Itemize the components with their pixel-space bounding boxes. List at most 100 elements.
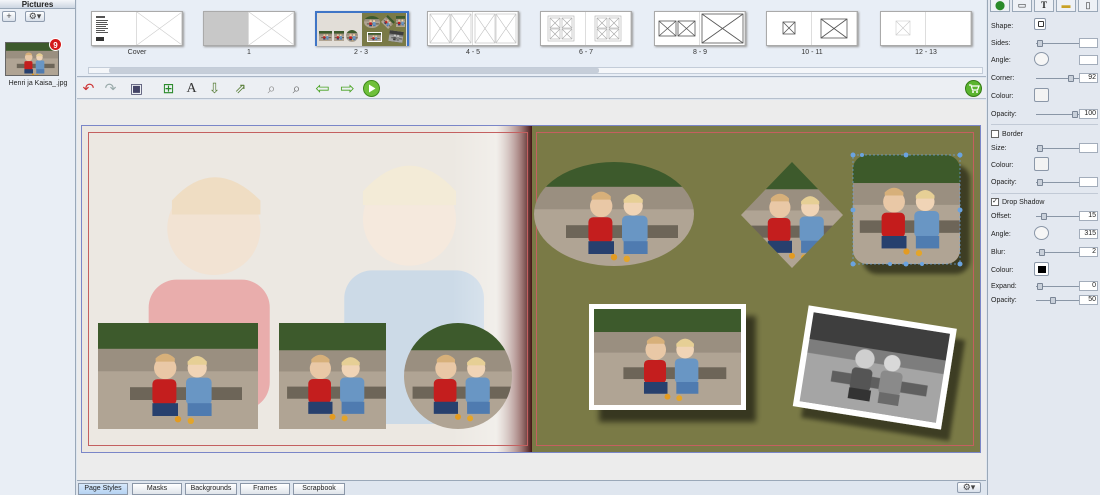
border-colour-swatch[interactable] (1034, 157, 1049, 171)
tab-backgrounds[interactable]: Backgrounds (185, 483, 237, 495)
angle-row: Angle: (991, 52, 1098, 66)
drop-shadow-row: ✓ Drop Shadow (991, 197, 1098, 208)
slider-knob[interactable] (1039, 249, 1045, 256)
cart-icon[interactable] (964, 79, 983, 98)
tab-masks[interactable]: Masks (132, 483, 182, 495)
spread-thumb-1[interactable] (203, 11, 295, 46)
offset-slider[interactable] (1036, 213, 1079, 220)
blur-slider[interactable] (1036, 249, 1079, 256)
scrollbar-thumb[interactable] (109, 68, 599, 73)
shadow-angle-value[interactable]: 315 (1079, 229, 1098, 239)
corner-value[interactable]: 92 (1079, 73, 1098, 83)
shadow-angle-dial[interactable] (1034, 226, 1049, 240)
tab-frame-icon[interactable]: ▭ (1012, 0, 1032, 12)
border-checkbox[interactable] (991, 130, 999, 138)
offset-value[interactable]: 15 (1079, 211, 1098, 221)
border-opacity-row: Opacity: (991, 177, 1098, 188)
add-text-icon[interactable]: A (182, 79, 201, 98)
shape-label: Shape: (991, 23, 1014, 30)
spread-thumb-cover[interactable] (91, 11, 183, 46)
slider-knob[interactable] (1050, 297, 1056, 304)
shadow-opacity-label: Opacity: (991, 297, 1017, 304)
right-page[interactable] (532, 126, 980, 452)
border-size-slider[interactable] (1036, 145, 1079, 152)
spread-thumb-12-13[interactable] (880, 11, 972, 46)
arrow-left-icon[interactable]: ⇦ (313, 79, 332, 98)
shadow-angle-label: Angle: (991, 231, 1011, 238)
spread-thumb-8-9[interactable] (654, 11, 746, 46)
add-photo-icon[interactable]: ⊞ (159, 79, 178, 98)
slider-knob[interactable] (1037, 145, 1043, 152)
slider-knob[interactable] (1041, 213, 1047, 220)
slider-knob[interactable] (1068, 75, 1074, 82)
add-picture-button[interactable]: + (2, 11, 16, 22)
tab-ruler-icon[interactable]: ▬ (1056, 0, 1076, 12)
bottom-tab-bar: Page Styles Masks Backgrounds Frames Scr… (77, 480, 986, 495)
spread-8-left (655, 12, 700, 45)
pictures-settings-button[interactable]: ⚙▾ (25, 11, 45, 22)
bottom-settings-button[interactable]: ⚙▾ (957, 482, 981, 493)
expand-label: Expand: (991, 283, 1017, 290)
spread-thumb-2-3[interactable] (315, 11, 409, 46)
shadow-opacity-value[interactable]: 50 (1079, 295, 1098, 305)
photo-left-2[interactable] (279, 323, 386, 429)
border-opacity-slider[interactable] (1036, 179, 1079, 186)
border-colour-row: Colour: (991, 157, 1098, 171)
photo-left-circle[interactable] (404, 323, 512, 429)
spread-thumb-6-7[interactable] (540, 11, 632, 46)
angle-dial[interactable] (1034, 52, 1049, 66)
spread-1-right (249, 12, 294, 45)
sides-value[interactable] (1079, 38, 1098, 48)
slider-knob[interactable] (1072, 111, 1078, 118)
border-opacity-label: Opacity: (991, 179, 1017, 186)
slider-knob[interactable] (1037, 179, 1043, 186)
usage-count-badge: 9 (49, 38, 62, 51)
expand-slider[interactable] (1036, 283, 1079, 290)
spread-thumb-4-5[interactable] (427, 11, 519, 46)
photo-right-rounded-selected[interactable] (853, 155, 960, 264)
corner-slider[interactable] (1036, 75, 1079, 82)
expand-value[interactable]: 0 (1079, 281, 1098, 291)
left-page[interactable] (82, 126, 532, 452)
slider-knob[interactable] (1037, 283, 1043, 290)
play-icon[interactable] (362, 79, 381, 98)
page-spread[interactable] (81, 125, 981, 453)
move-page-icon[interactable]: ⇗ (231, 79, 250, 98)
shadow-opacity-slider[interactable] (1036, 297, 1079, 304)
photo-right-oval[interactable] (534, 162, 694, 266)
insert-page-icon[interactable]: ⇩ (205, 79, 224, 98)
arrow-right-icon[interactable]: ⇨ (338, 79, 357, 98)
slider-knob[interactable] (1037, 40, 1043, 47)
border-size-value[interactable] (1079, 143, 1098, 153)
tab-page-styles[interactable]: Page Styles (78, 483, 128, 495)
shadow-colour-swatch[interactable] (1034, 262, 1049, 276)
zoom-in-icon[interactable]: ⌕ (287, 79, 306, 98)
tab-text-icon[interactable]: T (1034, 0, 1054, 12)
blur-value[interactable]: 2 (1079, 247, 1098, 257)
photo-left-1[interactable] (98, 323, 258, 429)
tab-frames[interactable]: Frames (240, 483, 290, 495)
spread-7-right (586, 12, 631, 45)
photo-right-diamond[interactable] (741, 162, 843, 268)
spread-strip-scrollbar[interactable] (88, 67, 983, 74)
save-icon[interactable]: ▣ (127, 79, 146, 98)
shape-selector[interactable] (1034, 18, 1046, 30)
undo-icon[interactable]: ↶ (79, 79, 98, 98)
shadow-angle-row: Angle: 315 (991, 226, 1098, 240)
spread-thumb-10-11[interactable] (766, 11, 858, 46)
spread-10-left (767, 12, 812, 45)
sides-slider[interactable] (1036, 40, 1079, 47)
zoom-out-icon[interactable]: ⌕ (262, 79, 281, 98)
opacity-slider[interactable] (1036, 111, 1079, 118)
angle-value[interactable] (1079, 55, 1098, 65)
spread-6-left (541, 12, 586, 45)
tab-page-icon[interactable]: ▯ (1078, 0, 1098, 12)
border-opacity-value[interactable] (1079, 177, 1098, 187)
redo-icon[interactable]: ↷ (101, 79, 120, 98)
properties-panel: ⬤ ▭ T ▬ ▯ Shape: Sides: Angle: Corner: 9… (987, 0, 1100, 495)
drop-shadow-checkbox[interactable]: ✓ (991, 198, 999, 206)
colour-swatch[interactable] (1034, 88, 1049, 102)
tab-scrapbook[interactable]: Scrapbook (293, 483, 345, 495)
tab-effects-icon[interactable]: ⬤ (990, 0, 1010, 12)
opacity-value[interactable]: 100 (1079, 109, 1098, 119)
